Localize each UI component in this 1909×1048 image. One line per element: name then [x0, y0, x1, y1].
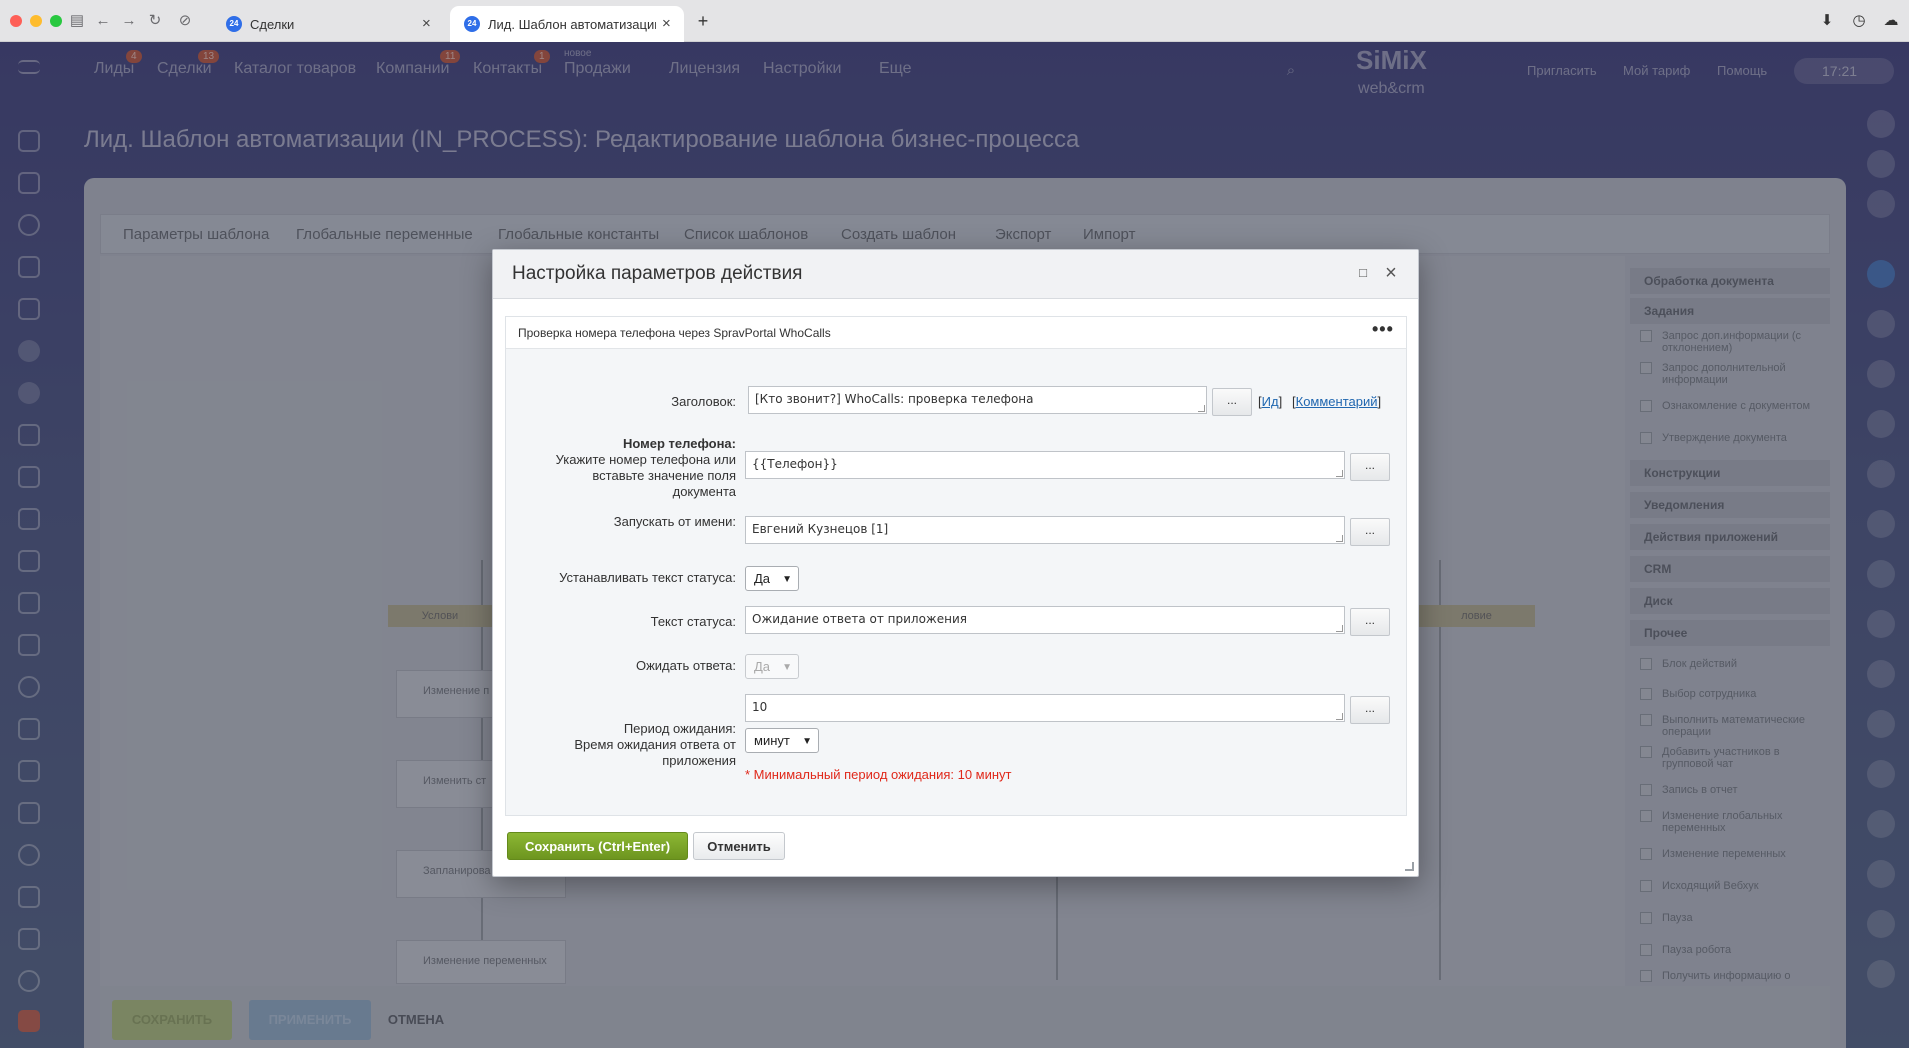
period-value: 10 — [752, 700, 768, 714]
action-settings-dialog: Настройка параметров действия □ × Провер… — [492, 249, 1419, 877]
status-text-label: Текст статуса: — [650, 614, 736, 629]
phone-label: Номер телефона: Укажите номер телефона и… — [481, 436, 736, 500]
phone-field[interactable]: {{Телефон}} — [745, 451, 1345, 479]
close-window-button[interactable] — [10, 15, 22, 27]
set-status-label: Устанавливать текст статуса: — [559, 570, 736, 585]
period-label-title: Период ожидания: — [623, 721, 736, 736]
title-field-value: [Кто звонит?] WhoCalls: проверка телефон… — [755, 392, 1034, 406]
action-name: Проверка номера телефона через SpravPort… — [518, 326, 831, 340]
status-text-field[interactable]: Ожидание ответа от приложения — [745, 606, 1345, 634]
download-icon[interactable]: ⬇ — [1818, 12, 1836, 30]
zoom-window-button[interactable] — [50, 15, 62, 27]
forward-arrow-icon[interactable]: → — [120, 12, 138, 30]
comment-link[interactable]: Комментарий — [1296, 394, 1378, 409]
dialog-header[interactable]: Настройка параметров действия □ × — [493, 250, 1418, 299]
close-tab-icon[interactable]: × — [662, 15, 671, 32]
title-label: Заголовок: — [671, 394, 736, 409]
wait-answer-label: Ожидать ответа: — [635, 658, 736, 673]
period-unit-select[interactable]: минут ▼ — [745, 728, 819, 753]
wait-answer-select: Да ▼ — [745, 654, 799, 679]
id-link-wrap: [Ид] — [1258, 394, 1283, 409]
bitrix-favicon-icon: 24 — [464, 16, 480, 32]
dialog-cancel-button[interactable]: Отменить — [693, 832, 785, 860]
resize-grip-icon[interactable] — [1198, 405, 1205, 412]
new-tab-button[interactable]: + — [694, 12, 712, 30]
browser-chrome: ▤ ← → ↻ ⊘ 24 Сделки × 24 Лид. Шаблон авт… — [0, 0, 1909, 42]
resize-grip-icon[interactable] — [1336, 713, 1343, 720]
resize-grip-icon[interactable] — [1336, 535, 1343, 542]
more-options-icon[interactable]: ••• — [1372, 319, 1394, 340]
dialog-save-button[interactable]: Сохранить (Ctrl+Enter) — [507, 832, 688, 860]
bitrix-favicon-icon: 24 — [226, 16, 242, 32]
close-tab-icon[interactable]: × — [422, 15, 431, 32]
period-warning: * Минимальный период ожидания: 10 минут — [745, 767, 1012, 782]
phone-field-value: {{Телефон}} — [752, 457, 838, 471]
dialog-resize-handle-icon[interactable] — [1405, 862, 1414, 871]
chevron-down-icon: ▼ — [782, 574, 792, 585]
run-as-label: Запускать от имени: — [613, 514, 736, 529]
sidebar-icon[interactable]: ▤ — [68, 12, 86, 30]
resize-grip-icon[interactable] — [1336, 470, 1343, 477]
status-text-insert-button[interactable]: ... — [1350, 608, 1390, 636]
run-as-field-value: Евгений Кузнецов [1] — [752, 522, 889, 536]
period-insert-button[interactable]: ... — [1350, 696, 1390, 724]
phone-label-hint: Укажите номер телефона или вставьте знач… — [555, 452, 736, 499]
close-icon[interactable]: × — [1381, 263, 1401, 283]
resize-grip-icon[interactable] — [1336, 625, 1343, 632]
history-clock-icon[interactable]: ◷ — [1850, 12, 1868, 30]
maximize-icon[interactable]: □ — [1353, 263, 1373, 283]
reload-icon[interactable]: ↻ — [146, 12, 164, 30]
link-icon[interactable]: ⊘ — [176, 12, 194, 30]
wait-answer-value: Да — [754, 659, 771, 674]
id-link[interactable]: Ид — [1262, 394, 1279, 409]
tab-title: Лид. Шаблон автоматизации — [488, 17, 656, 32]
set-status-value: Да — [754, 571, 771, 586]
phone-insert-button[interactable]: ... — [1350, 453, 1390, 481]
cloud-icon[interactable]: ☁ — [1882, 12, 1900, 30]
back-arrow-icon[interactable]: ← — [94, 12, 112, 30]
status-text-value: Ожидание ответа от приложения — [752, 612, 967, 626]
phone-label-title: Номер телефона: — [622, 436, 736, 451]
browser-tab-template[interactable]: 24 Лид. Шаблон автоматизации × — [450, 6, 684, 42]
title-field[interactable]: [Кто звонит?] WhoCalls: проверка телефон… — [748, 386, 1207, 414]
run-as-insert-button[interactable]: ... — [1350, 518, 1390, 546]
dialog-title: Настройка параметров действия — [512, 263, 803, 284]
tab-title: Сделки — [250, 17, 295, 32]
period-label: Период ожидания: Время ожидания ответа о… — [481, 721, 736, 769]
minimize-window-button[interactable] — [30, 15, 42, 27]
set-status-select[interactable]: Да ▼ — [745, 566, 799, 591]
title-insert-button[interactable]: ... — [1212, 388, 1252, 416]
action-name-bar: Проверка номера телефона через SpravPort… — [506, 317, 1406, 349]
chevron-down-icon: ▼ — [802, 736, 812, 747]
chevron-down-icon: ▼ — [782, 662, 792, 673]
period-label-hint: Время ожидания ответа от приложения — [574, 737, 736, 768]
period-field[interactable]: 10 — [745, 694, 1345, 722]
comment-link-wrap: [Комментарий] — [1292, 394, 1382, 409]
browser-tab-deals[interactable]: 24 Сделки × — [212, 6, 446, 42]
period-unit-value: минут — [754, 733, 790, 748]
run-as-field[interactable]: Евгений Кузнецов [1] — [745, 516, 1345, 544]
